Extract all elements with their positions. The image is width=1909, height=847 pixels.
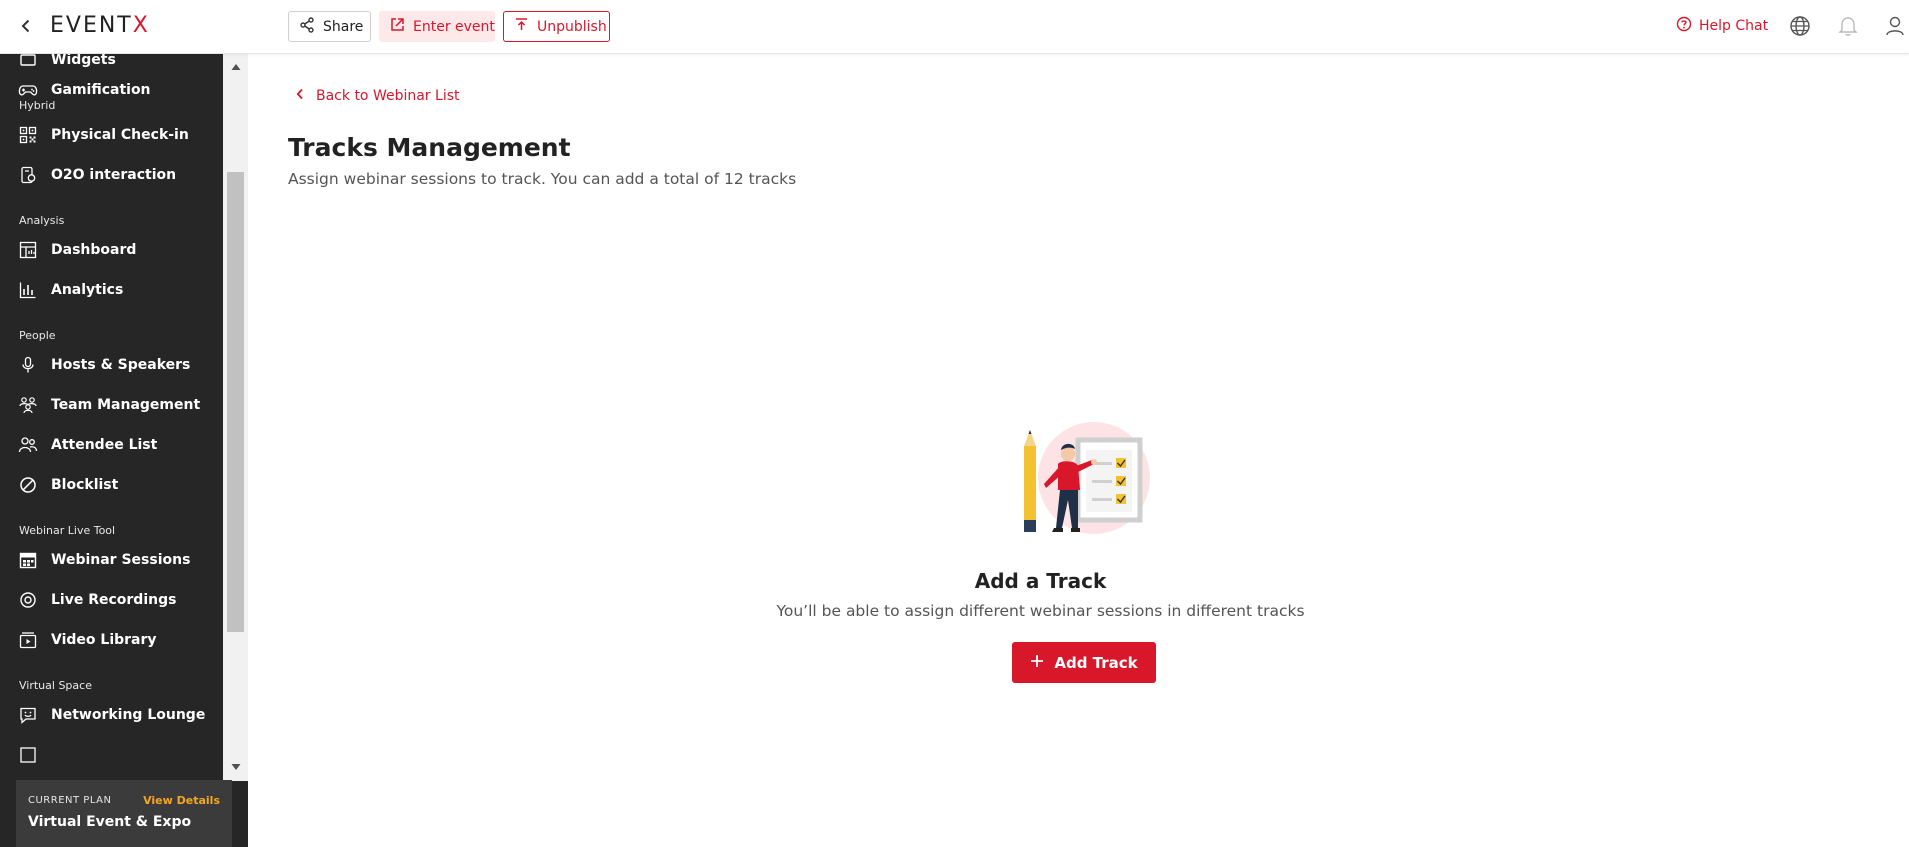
sidebar-item-dashboard[interactable]: Dashboard (0, 230, 223, 270)
sidebar-item-label: Widgets (51, 54, 116, 68)
chevron-left-icon (296, 88, 304, 104)
scroll-down-arrow-icon[interactable] (223, 758, 248, 776)
sidebar-item-label: Networking Lounge (51, 707, 206, 723)
bell-icon[interactable] (1836, 14, 1860, 38)
empty-state-title: Add a Track (974, 569, 1107, 593)
gamepad-icon (18, 80, 38, 100)
record-icon (18, 590, 38, 610)
share-icon (299, 16, 315, 37)
sidebar-item-live-recordings[interactable]: Live Recordings (0, 580, 223, 620)
plus-icon (1030, 654, 1044, 672)
bar-chart-icon (18, 280, 38, 300)
sidebar-item-label: Team Management (51, 397, 201, 413)
device-icon (18, 165, 38, 185)
help-chat-button[interactable]: Help Chat (1676, 14, 1768, 38)
sidebar-item-label: Physical Check-in (51, 127, 189, 143)
logo-accent: X (132, 13, 150, 38)
sidebar-item-label: Blocklist (51, 477, 119, 493)
main-content: Back to Webinar List Tracks Management A… (248, 54, 1909, 847)
sidebar-item-physical-check-in[interactable]: Physical Check-in (0, 115, 223, 155)
sidebar-item-video-library[interactable]: Video Library (0, 620, 223, 660)
current-plan-card: CURRENT PLAN View Details Virtual Event … (16, 780, 232, 847)
external-link-icon (390, 17, 405, 36)
sidebar-item-label: Live Recordings (51, 592, 177, 608)
share-button[interactable]: Share (288, 11, 371, 42)
attendees-icon (18, 435, 38, 455)
plan-name: Virtual Event & Expo (28, 814, 192, 830)
top-bar: EVENTX Share Enter event Unpublish Help … (0, 0, 1909, 54)
checklist-illustration (1020, 416, 1150, 548)
share-label: Share (323, 18, 364, 35)
section-virtual-space: Virtual Space (19, 679, 92, 692)
help-chat-label: Help Chat (1699, 18, 1769, 34)
sidebar-item-label: O2O interaction (51, 167, 177, 183)
back-to-webinar-list-link[interactable]: Back to Webinar List (296, 88, 460, 104)
globe-icon[interactable] (1788, 14, 1812, 38)
sidebar: Widgets Gamification Hybrid Physical Che… (0, 54, 248, 847)
widget-icon (18, 54, 38, 70)
sidebar-item-analytics[interactable]: Analytics (0, 270, 223, 310)
unpublish-button[interactable]: Unpublish (503, 11, 610, 42)
section-webinar-live-tool: Webinar Live Tool (19, 524, 116, 537)
section-analysis: Analysis (19, 214, 65, 227)
unpublish-icon (514, 17, 529, 36)
plan-label: CURRENT PLAN (28, 795, 112, 806)
sidebar-item-attendee-list[interactable]: Attendee List (0, 425, 223, 465)
microphone-icon (18, 355, 38, 375)
enter-event-button[interactable]: Enter event (379, 11, 495, 42)
enter-event-label: Enter event (413, 18, 495, 35)
scroll-up-arrow-icon[interactable] (223, 58, 248, 76)
team-icon (18, 395, 38, 415)
page-title: Tracks Management (288, 133, 571, 162)
eventx-logo[interactable]: EVENTX (50, 13, 150, 38)
sidebar-item-label: Video Library (51, 632, 157, 648)
sidebar-item-next[interactable] (0, 735, 223, 775)
sidebar-nav: Widgets Gamification Hybrid Physical Che… (0, 54, 223, 781)
empty-state-description: You’ll be able to assign different webin… (776, 602, 1305, 620)
chat-smile-icon (18, 705, 38, 725)
page-subtitle: Assign webinar sessions to track. You ca… (288, 170, 797, 188)
user-icon[interactable] (1883, 14, 1907, 38)
scrollbar-thumb[interactable] (227, 172, 244, 632)
sidebar-item-label: Dashboard (51, 242, 137, 258)
logo-text: EVENT (50, 13, 133, 38)
add-track-label: Add Track (1054, 653, 1138, 672)
sidebar-item-label: Gamification (51, 82, 151, 98)
back-link-label: Back to Webinar List (316, 88, 460, 104)
unpublish-label: Unpublish (537, 18, 607, 35)
sidebar-item-webinar-sessions[interactable]: Webinar Sessions (0, 540, 223, 580)
block-icon (18, 475, 38, 495)
sidebar-item-label: Analytics (51, 282, 124, 298)
qr-code-icon (18, 125, 38, 145)
sidebar-item-networking-lounge[interactable]: Networking Lounge (0, 695, 223, 735)
video-library-icon (18, 630, 38, 650)
dashboard-icon (18, 240, 38, 260)
section-people: People (19, 329, 56, 342)
sidebar-item-label: Attendee List (51, 437, 158, 453)
view-details-link[interactable]: View Details (143, 794, 220, 807)
sidebar-item-label: Webinar Sessions (51, 552, 191, 568)
calendar-grid-icon (18, 550, 38, 570)
sidebar-item-hosts-speakers[interactable]: Hosts & Speakers (0, 345, 223, 385)
sidebar-item-blocklist[interactable]: Blocklist (0, 465, 223, 505)
sidebar-item-team-management[interactable]: Team Management (0, 385, 223, 425)
add-track-button[interactable]: Add Track (1012, 642, 1156, 683)
sidebar-item-o2o-interaction[interactable]: O2O interaction (0, 155, 223, 195)
section-hybrid: Hybrid (19, 99, 56, 112)
partial-icon (18, 745, 38, 765)
sidebar-scrollbar[interactable] (223, 54, 248, 781)
back-chevron-icon[interactable] (18, 16, 34, 36)
sidebar-item-label: Hosts & Speakers (51, 357, 191, 373)
help-circle-icon (1676, 16, 1692, 36)
